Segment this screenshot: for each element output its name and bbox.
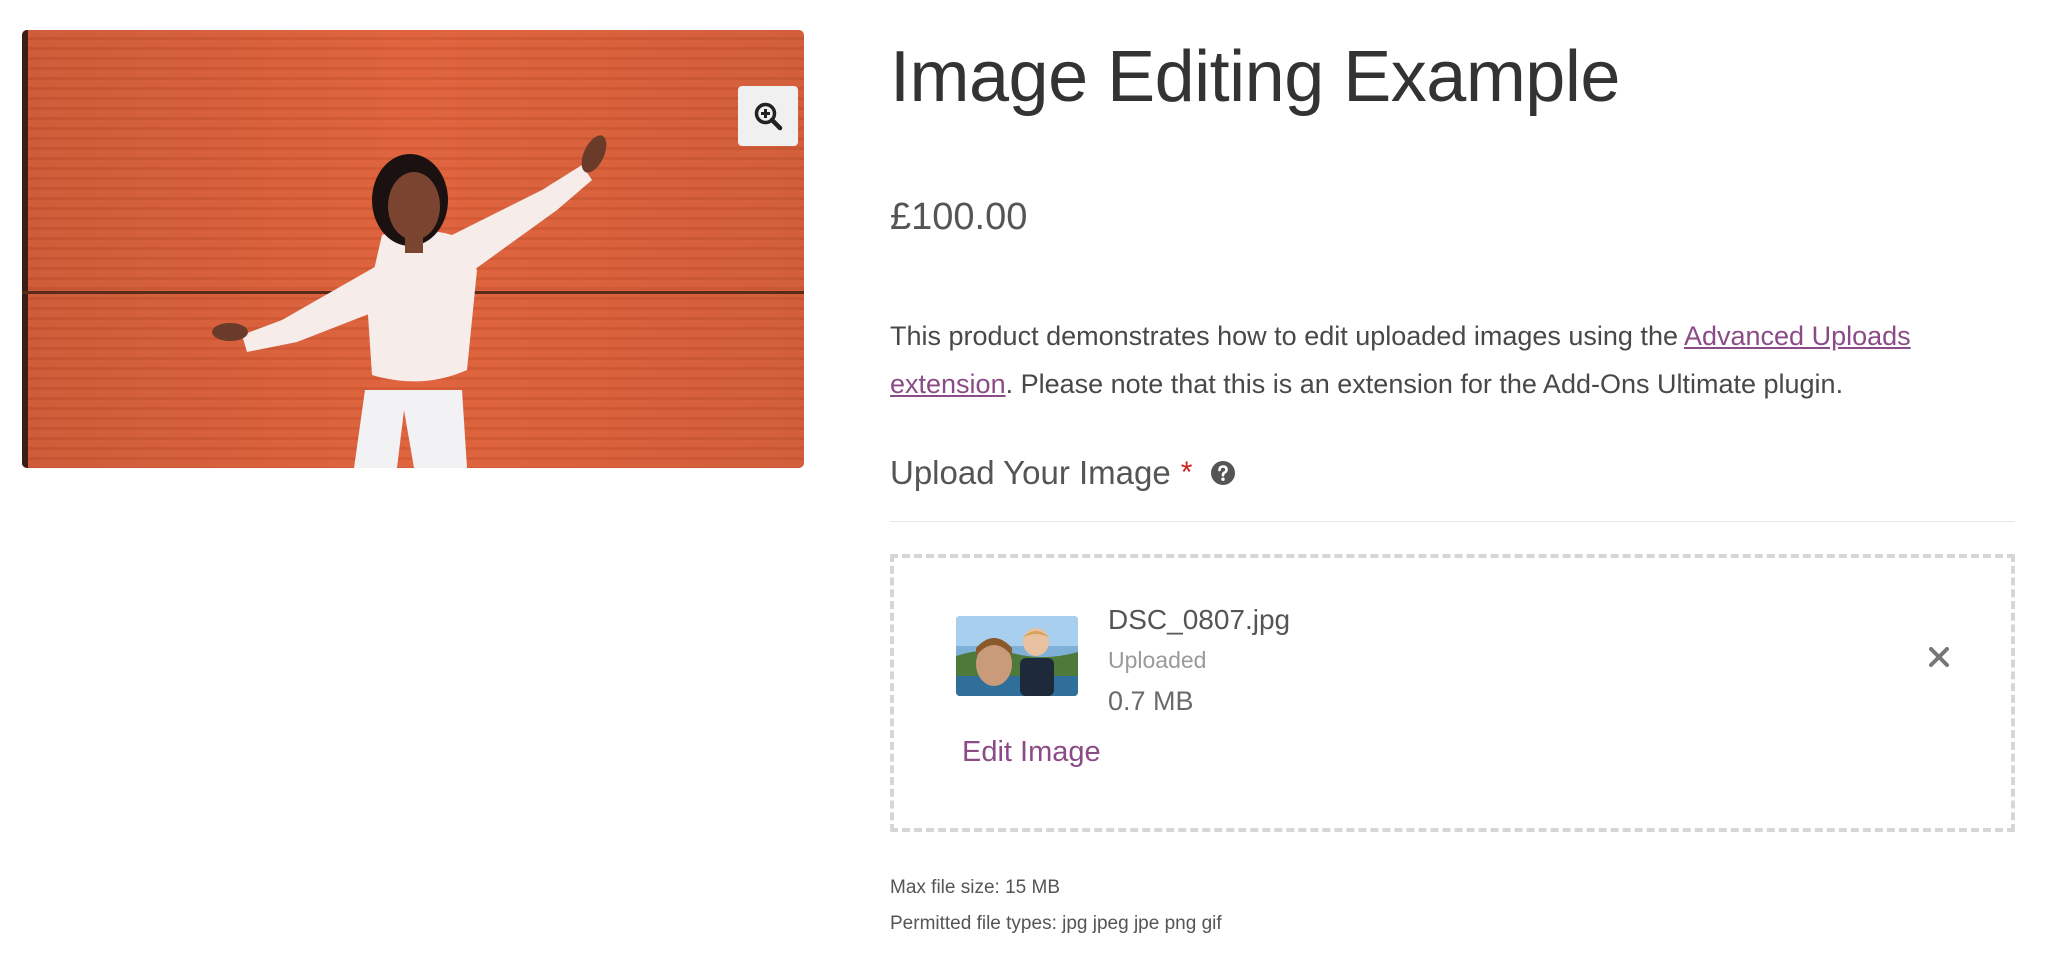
- product-image[interactable]: [22, 30, 804, 468]
- zoom-in-icon: [753, 101, 783, 131]
- description-text: This product demonstrates how to edit up…: [890, 321, 1684, 351]
- zoom-button[interactable]: [738, 86, 798, 146]
- file-name: DSC_0807.jpg: [1108, 604, 1291, 635]
- upload-field-label: Upload Your Image *: [890, 454, 1236, 492]
- required-marker: *: [1180, 456, 1193, 489]
- product-description: This product demonstrates how to edit up…: [890, 312, 2020, 408]
- permitted-file-types: Permitted file types: jpg jpeg jpe png g…: [890, 913, 1222, 934]
- product-price: £100.00: [890, 196, 1028, 238]
- question-circle-icon[interactable]: [1210, 460, 1236, 486]
- remove-file-button[interactable]: [1924, 644, 1954, 674]
- max-file-size: Max file size: 15 MB: [890, 877, 1060, 898]
- product-photo: [22, 30, 804, 468]
- upload-label-text: Upload Your Image: [890, 454, 1171, 491]
- product-title: Image Editing Example: [890, 37, 1620, 117]
- upload-dropzone[interactable]: DSC_0807.jpg Uploaded 0.7 MB Edit Image: [890, 554, 2015, 832]
- divider: [890, 521, 2015, 522]
- close-icon: [1928, 646, 1950, 673]
- file-status: Uploaded: [1108, 647, 1207, 673]
- uploaded-image-thumbnail: [956, 616, 1078, 696]
- file-size: 0.7 MB: [1108, 686, 1194, 716]
- upload-notes: Max file size: 15 MB Permitted file type…: [890, 870, 1222, 942]
- edit-image-link[interactable]: Edit Image: [962, 736, 1101, 769]
- description-text-end: . Please note that this is an extension …: [1005, 369, 1844, 399]
